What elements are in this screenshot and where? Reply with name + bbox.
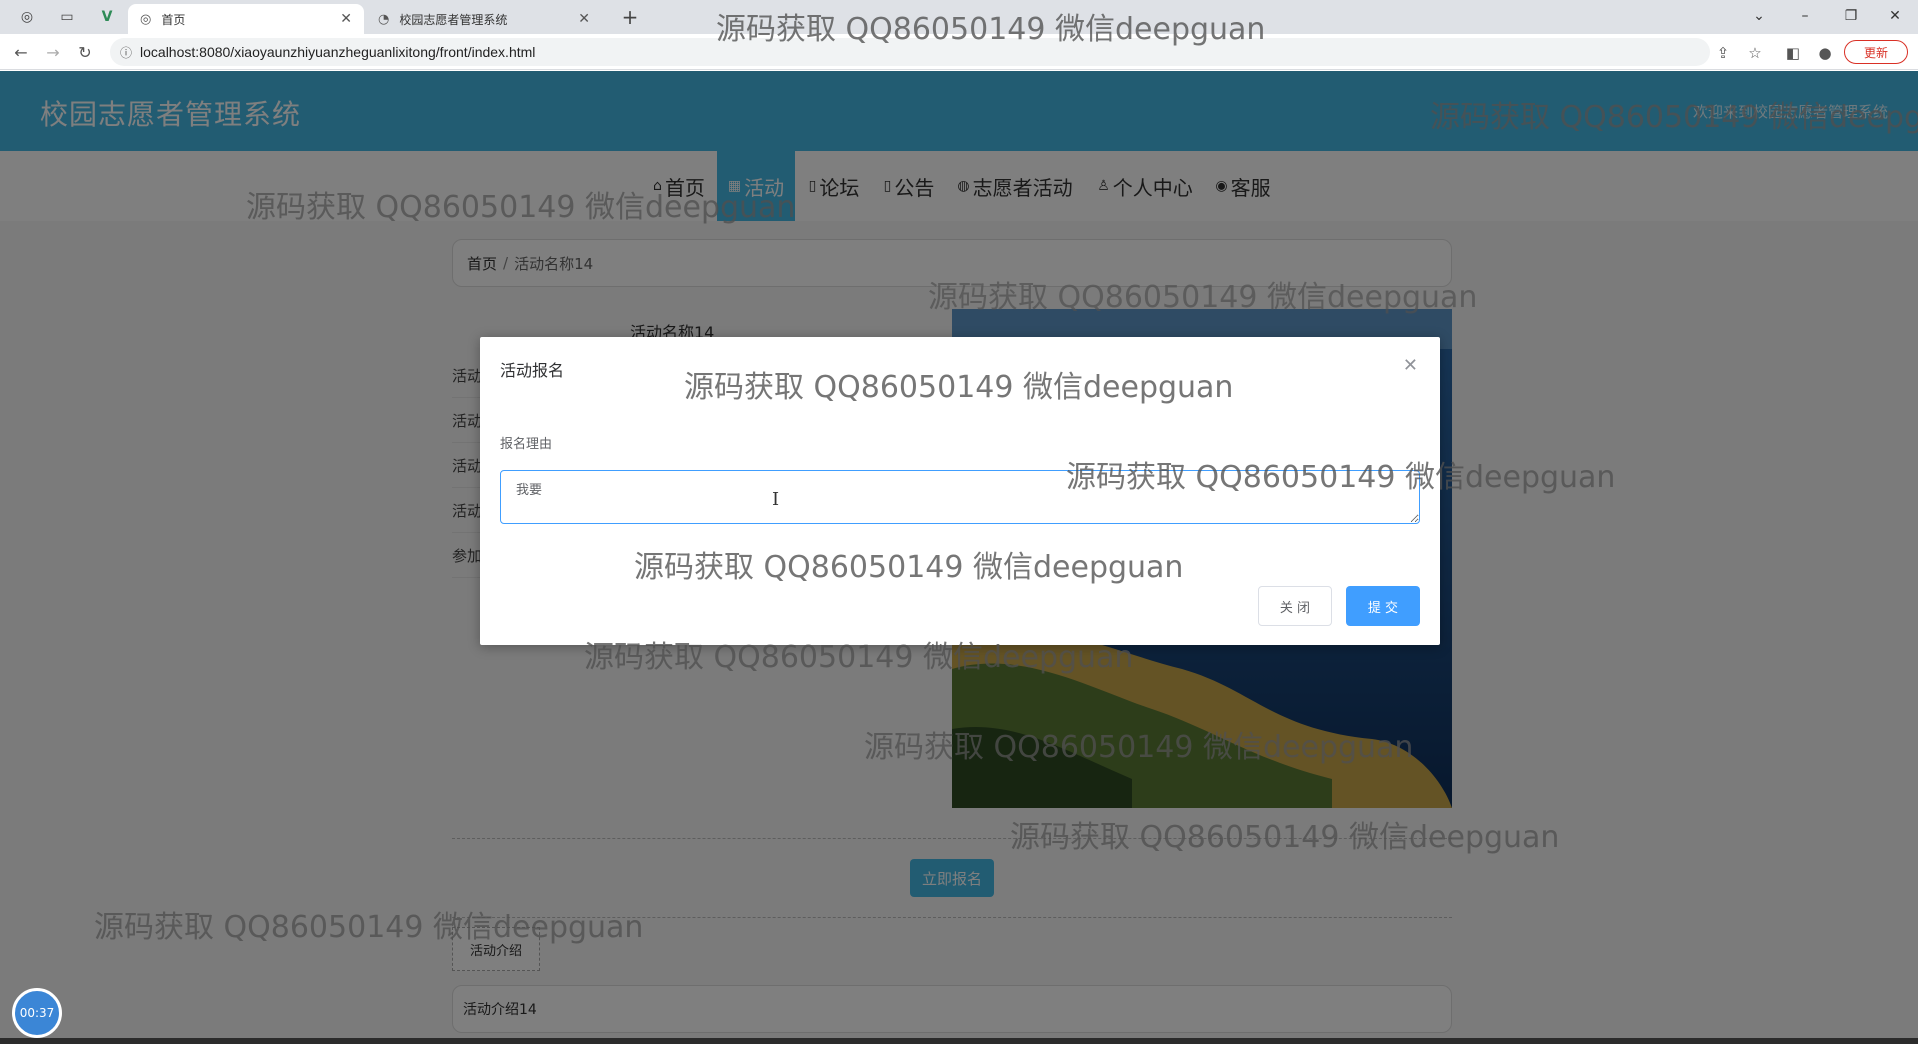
watermark: 源码获取 QQ86050149 微信deepguan [1430,100,1918,135]
text-cursor-icon: I [772,489,780,510]
reload-icon[interactable]: ↻ [72,39,98,65]
watermark: 源码获取 QQ86050149 微信deepguan [928,280,1478,315]
globe-icon: ◎ [140,11,152,27]
profile-icon[interactable]: ● [1814,42,1836,64]
back-arrow-icon[interactable]: ← [8,39,34,65]
globe-icon[interactable]: ◎ [12,4,42,30]
new-tab-icon[interactable]: + [616,4,644,30]
watermark: 源码获取 QQ86050149 微信deepguan [864,730,1414,765]
star-icon[interactable]: ☆ [1744,42,1766,64]
watermark: 源码获取 QQ86050149 微信deepguan [246,190,796,225]
minimize-icon[interactable]: – [1782,0,1828,32]
tab-title: 校园志愿者管理系统 [399,12,508,27]
close-icon[interactable]: ✕ [1403,355,1418,376]
browser-tab-system[interactable]: ◔ 校园志愿者管理系统 ✕ [366,4,602,34]
watermark: 源码获取 QQ86050149 微信deepguan [584,640,1134,675]
sidebar-icon[interactable]: ◧ [1782,42,1804,64]
window-close-icon[interactable]: ✕ [1872,0,1918,32]
watermark: 源码获取 QQ86050149 微信deepguan [1010,820,1560,855]
reason-label: 报名理由 [500,437,553,452]
watermark: 源码获取 QQ86050149 微信deepguan [684,370,1234,405]
watermark: 源码获取 QQ86050149 微信deepguan [94,910,644,945]
watermark: 源码获取 QQ86050149 微信deepguan [1066,460,1616,495]
site-favicon-icon: ◔ [378,11,390,27]
restore-icon[interactable]: ❐ [1828,0,1874,32]
tab-title: 首页 [161,12,186,27]
url-text: localhost:8080/xiaoyaunzhiyuanzheguanlix… [140,44,536,60]
browser-tab-home[interactable]: ◎ 首页 ✕ [128,4,364,34]
recording-timer[interactable]: 00:37 [12,988,62,1038]
info-icon[interactable]: ⓘ [120,44,132,61]
chevron-down-icon[interactable]: ⌄ [1736,0,1782,32]
forward-arrow-icon[interactable]: → [40,39,66,65]
blank-page-icon[interactable]: ▭ [52,4,82,30]
share-icon[interactable]: ⇪ [1712,42,1734,64]
watermark: 源码获取 QQ86050149 微信deepguan [716,12,1266,47]
vue-logo-icon[interactable]: V [92,4,122,30]
taskbar-strip [0,1038,1918,1044]
submit-button[interactable]: 提 交 [1346,586,1420,626]
dialog-title: 活动报名 [500,361,565,380]
close-icon[interactable]: ✕ [340,11,352,27]
close-icon[interactable]: ✕ [578,11,590,27]
update-button[interactable]: 更新 [1844,40,1908,64]
watermark: 源码获取 QQ86050149 微信deepguan [634,550,1184,585]
close-button[interactable]: 关 闭 [1258,586,1332,626]
